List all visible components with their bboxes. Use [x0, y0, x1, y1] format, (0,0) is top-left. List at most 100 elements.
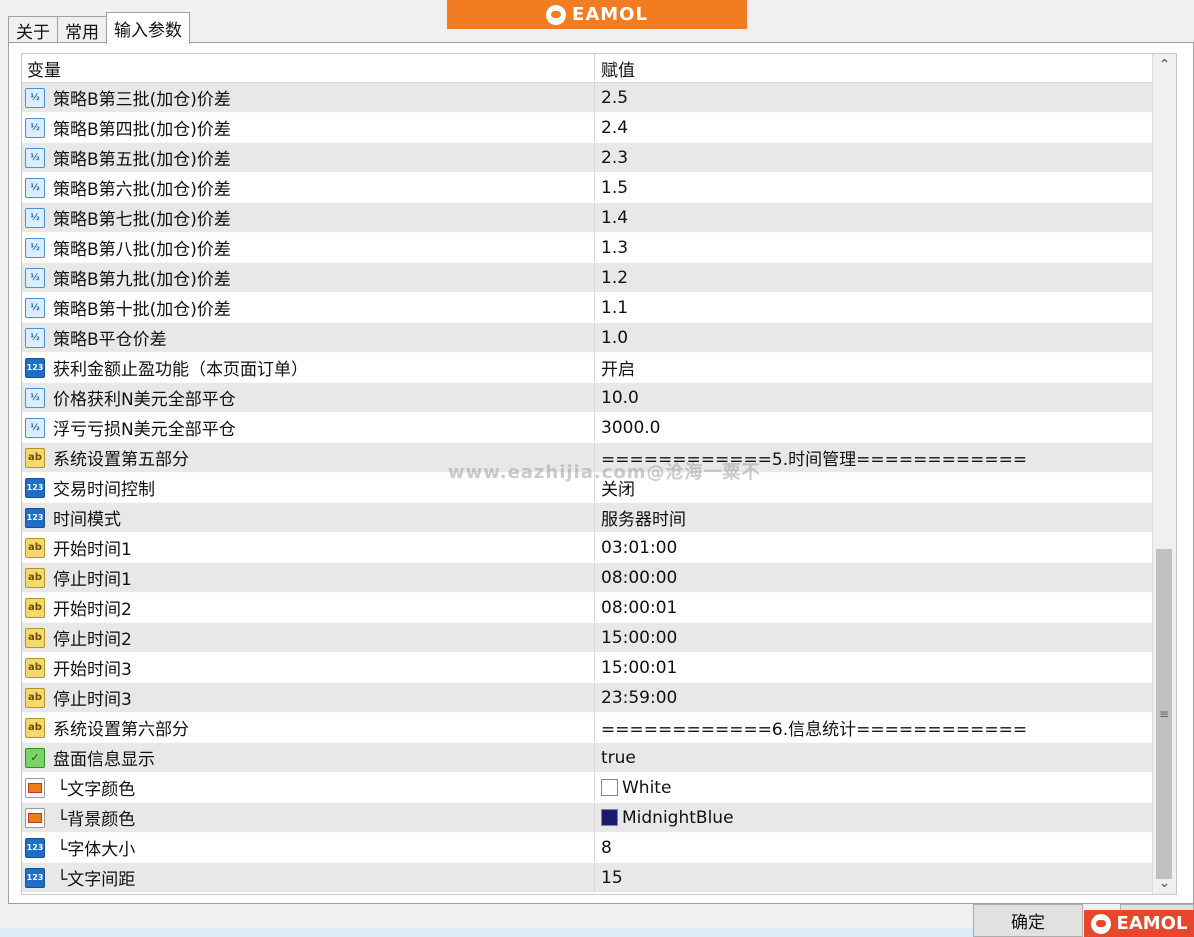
parameter-value-cell[interactable]: ============5.时间管理============: [595, 443, 1027, 472]
parameter-name: 策略B第九批(加仓)价差: [53, 270, 231, 290]
parameter-row[interactable]: 123 └文字间距 15: [22, 863, 1176, 893]
parameter-value-cell[interactable]: 1.4: [595, 203, 628, 232]
parameter-value-cell[interactable]: 关闭: [595, 473, 635, 502]
parameter-name: 系统设置第五部分: [53, 450, 189, 470]
double-icon: ½: [25, 327, 45, 348]
parameter-row[interactable]: ½ 策略B第三批(加仓)价差 2.5: [22, 83, 1176, 113]
parameter-row[interactable]: ab 系统设置第六部分 ============6.信息统计============: [22, 713, 1176, 743]
scroll-down-icon[interactable]: ⌄: [1153, 872, 1176, 894]
tab-common[interactable]: 常用: [57, 16, 107, 44]
parameter-value: 2.4: [601, 117, 629, 138]
parameter-row[interactable]: ab 开始时间2 08:00:01: [22, 593, 1176, 623]
parameter-value-cell[interactable]: 8: [595, 833, 612, 862]
parameter-value: 1.2: [601, 267, 629, 288]
parameter-value-cell[interactable]: 08:00:00: [595, 563, 677, 592]
column-header-variable[interactable]: 变量: [22, 54, 595, 82]
ok-button[interactable]: 确定: [973, 904, 1083, 937]
parameter-value-cell[interactable]: 1.5: [595, 173, 628, 202]
parameter-value: ============5.时间管理============: [601, 450, 1028, 470]
parameter-value: 08:00:01: [601, 597, 678, 618]
parameter-row[interactable]: ½ 策略B第四批(加仓)价差 2.4: [22, 113, 1176, 143]
vertical-scrollbar[interactable]: ⌃ ≡ ⌄: [1152, 54, 1176, 894]
parameter-name: └背景颜色: [57, 810, 136, 830]
parameter-name-cell: 123 获利金额止盈功能（本页面订单）: [22, 353, 595, 382]
parameter-value-cell[interactable]: 15:00:01: [595, 653, 677, 682]
parameter-row[interactable]: ✓ 盘面信息显示 true: [22, 743, 1176, 773]
color-icon: [25, 777, 45, 798]
parameter-value-cell[interactable]: 1.1: [595, 293, 628, 322]
parameter-row[interactable]: ab 停止时间2 15:00:00: [22, 623, 1176, 653]
eamol-logo-icon: [546, 4, 567, 25]
tab-inputs[interactable]: 输入参数: [106, 12, 190, 44]
double-icon: ½: [25, 297, 45, 318]
parameter-row[interactable]: └背景颜色 MidnightBlue: [22, 803, 1176, 833]
parameter-value-cell[interactable]: 2.5: [595, 83, 628, 112]
parameter-value-cell[interactable]: ============6.信息统计============: [595, 713, 1027, 742]
parameter-value-cell[interactable]: 23:59:00: [595, 683, 677, 712]
parameter-value-cell[interactable]: 08:00:01: [595, 593, 677, 622]
parameter-row[interactable]: ab 停止时间1 08:00:00: [22, 563, 1176, 593]
parameter-row[interactable]: ½ 策略B第十批(加仓)价差 1.1: [22, 293, 1176, 323]
parameter-value-cell[interactable]: true: [595, 743, 636, 772]
parameter-row[interactable]: ½ 策略B平仓价差 1.0: [22, 323, 1176, 353]
parameter-row[interactable]: ½ 策略B第七批(加仓)价差 1.4: [22, 203, 1176, 233]
color-swatch: [601, 809, 618, 826]
column-header-value[interactable]: 赋值: [595, 56, 635, 81]
parameter-value-cell[interactable]: 1.2: [595, 263, 628, 292]
parameter-row[interactable]: ab 停止时间3 23:59:00: [22, 683, 1176, 713]
parameter-row[interactable]: ab 开始时间1 03:01:00: [22, 533, 1176, 563]
parameter-row[interactable]: ½ 策略B第六批(加仓)价差 1.5: [22, 173, 1176, 203]
parameter-value-cell[interactable]: 15:00:00: [595, 623, 677, 652]
parameter-name: └字体大小: [57, 840, 136, 860]
scrollbar-thumb[interactable]: ≡: [1156, 549, 1172, 879]
parameter-name-cell: 123 交易时间控制: [22, 473, 595, 502]
parameter-value: 03:01:00: [601, 537, 678, 558]
double-icon: ½: [25, 387, 45, 408]
parameter-name-cell: ab 系统设置第五部分: [22, 443, 595, 472]
parameter-value-cell[interactable]: MidnightBlue: [595, 803, 734, 832]
parameter-row[interactable]: 123 └字体大小 8: [22, 833, 1176, 863]
parameter-value: true: [601, 747, 636, 768]
parameter-row[interactable]: 123 获利金额止盈功能（本页面订单） 开启: [22, 353, 1176, 383]
parameter-value-cell[interactable]: 开启: [595, 353, 635, 382]
string-icon: ab: [25, 537, 45, 558]
parameter-name-cell: ½ 策略B第四批(加仓)价差: [22, 113, 595, 142]
parameter-row[interactable]: ½ 策略B第九批(加仓)价差 1.2: [22, 263, 1176, 293]
string-icon: ab: [25, 597, 45, 618]
parameter-name: 开始时间3: [53, 660, 132, 680]
parameter-row[interactable]: ab 系统设置第五部分 ============5.时间管理============: [22, 443, 1176, 473]
parameter-value-cell[interactable]: 3000.0: [595, 413, 660, 442]
parameter-value-cell[interactable]: 1.0: [595, 323, 628, 352]
parameter-row[interactable]: 123 交易时间控制 关闭: [22, 473, 1176, 503]
parameter-value-cell[interactable]: 1.3: [595, 233, 628, 262]
parameter-row[interactable]: └文字颜色 White: [22, 773, 1176, 803]
parameter-name-cell: ½ 策略B平仓价差: [22, 323, 595, 352]
color-icon: [25, 807, 45, 828]
parameter-name-cell: 123 时间模式: [22, 503, 595, 532]
parameter-value-cell[interactable]: 2.3: [595, 143, 628, 172]
double-icon: ½: [25, 87, 45, 108]
tab-bar: 关于 常用 输入参数: [8, 10, 190, 44]
double-icon: ½: [25, 237, 45, 258]
tab-about[interactable]: 关于: [8, 16, 58, 44]
parameter-value: 10.0: [601, 387, 639, 408]
parameter-row[interactable]: ½ 策略B第五批(加仓)价差 2.3: [22, 143, 1176, 173]
parameter-name: 策略B第三批(加仓)价差: [53, 90, 231, 110]
parameter-name: 策略B第四批(加仓)价差: [53, 120, 231, 140]
parameter-name: 停止时间3: [53, 690, 132, 710]
parameter-value-cell[interactable]: White: [595, 773, 671, 802]
scroll-up-icon[interactable]: ⌃: [1153, 54, 1176, 76]
parameter-row[interactable]: ½ 策略B第八批(加仓)价差 1.3: [22, 233, 1176, 263]
parameter-value: 08:00:00: [601, 567, 678, 588]
parameter-row[interactable]: ½ 价格获利N美元全部平仓 10.0: [22, 383, 1176, 413]
parameter-name: 策略B第五批(加仓)价差: [53, 150, 231, 170]
parameter-value-cell[interactable]: 10.0: [595, 383, 639, 412]
parameter-value-cell[interactable]: 15: [595, 863, 623, 892]
parameter-value-cell[interactable]: 服务器时间: [595, 503, 686, 532]
parameter-value-cell[interactable]: 03:01:00: [595, 533, 677, 562]
parameter-value-cell[interactable]: 2.4: [595, 113, 628, 142]
parameter-row[interactable]: ½ 浮亏亏损N美元全部平仓 3000.0: [22, 413, 1176, 443]
parameter-row[interactable]: ab 开始时间3 15:00:01: [22, 653, 1176, 683]
parameter-row[interactable]: 123 时间模式 服务器时间: [22, 503, 1176, 533]
parameter-name: 停止时间2: [53, 630, 132, 650]
